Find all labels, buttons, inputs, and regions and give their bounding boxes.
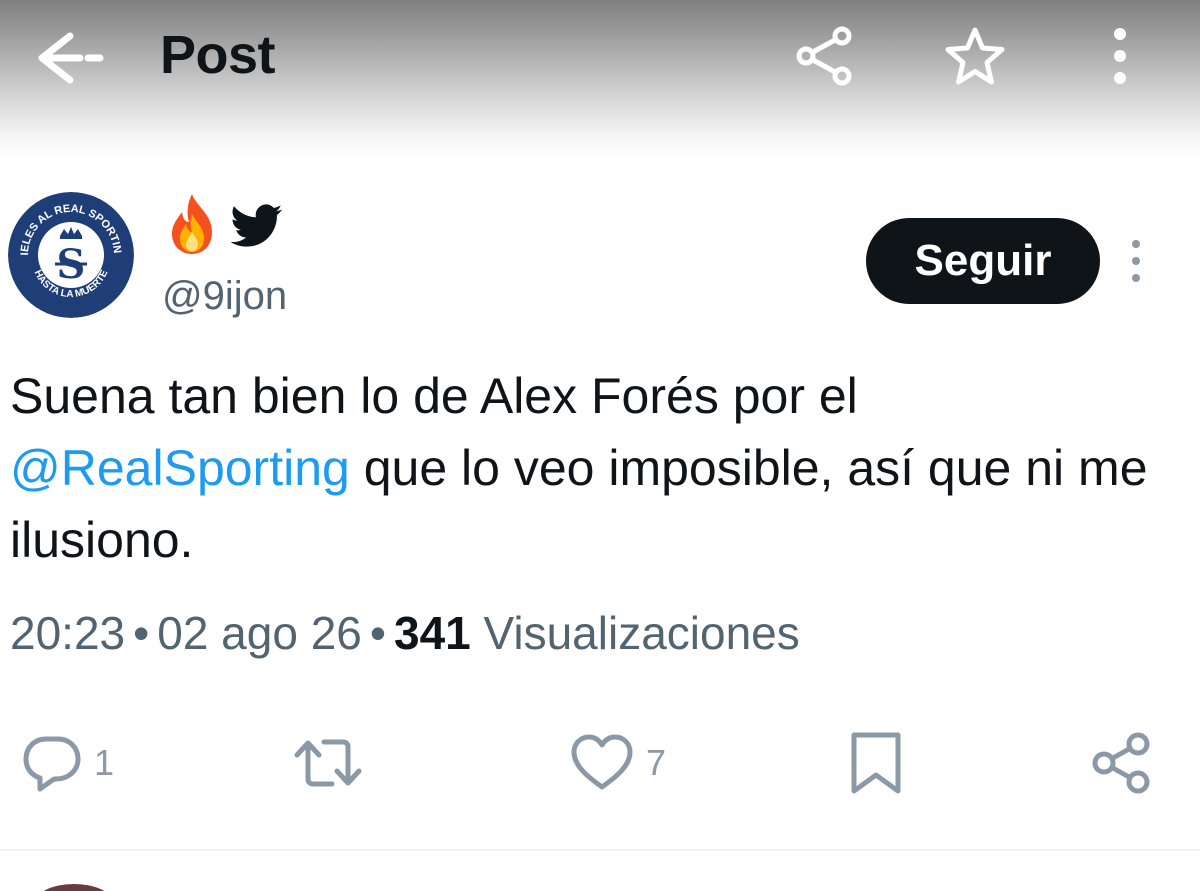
mention-link[interactable]: @RealSporting (10, 440, 350, 496)
reply-count: 1 (94, 742, 115, 783)
reply-icon (23, 736, 81, 792)
more-vertical-icon (1132, 240, 1140, 282)
like-count: 7 (646, 742, 667, 783)
avatar[interactable]: FIELES AL REAL SPORTING HASTA LA MUERTE … (8, 192, 134, 318)
tweet-date[interactable]: 02 ago 26 (157, 607, 362, 659)
meta-separator: • (133, 607, 150, 659)
tweet-text: Suena tan bien lo de Alex Forés por el @… (10, 360, 1180, 576)
tweet-meta: 20:23 • 02 ago 26 • 341 Visualizaciones (10, 606, 800, 660)
star-icon (945, 27, 1005, 85)
tweet-text-part: Suena tan bien lo de Alex Forés por el (10, 368, 858, 424)
views-count: 341 (394, 607, 471, 659)
share-icon (1092, 732, 1150, 794)
follow-button[interactable]: Seguir (866, 218, 1100, 304)
back-button[interactable] (30, 26, 106, 90)
like-button[interactable]: 7 (568, 728, 666, 798)
favorite-button[interactable] (942, 24, 1008, 90)
author-handle[interactable]: @9ijon (162, 274, 287, 319)
top-app-bar: Post (0, 0, 1200, 158)
share-icon (796, 26, 852, 86)
heart-icon (571, 734, 633, 790)
post-detail-screen: Post IELES AL REAL SPORTIN HASTA LA MUER… (0, 0, 1200, 891)
share-post-button[interactable] (1090, 728, 1156, 798)
fire-emoji-icon (162, 192, 222, 256)
page-title: Post (160, 25, 276, 85)
retweet-button[interactable] (290, 728, 376, 798)
post-more-button[interactable] (1118, 236, 1154, 286)
retweet-icon (294, 739, 362, 787)
next-post-avatar[interactable] (34, 884, 114, 891)
bookmark-icon (851, 732, 901, 794)
reply-button[interactable]: 1 (20, 728, 114, 798)
more-options-button[interactable] (1100, 26, 1140, 86)
more-vertical-icon (1114, 28, 1126, 84)
section-divider (0, 849, 1200, 851)
views-label[interactable]: Visualizaciones (484, 607, 800, 659)
meta-separator: • (369, 607, 386, 659)
tweet-time[interactable]: 20:23 (10, 607, 125, 659)
bookmark-button[interactable] (846, 728, 906, 798)
arrow-left-icon (38, 32, 104, 84)
twitter-bird-icon (230, 204, 283, 248)
club-crest-logo: FIELES AL REAL SPORTING HASTA LA MUERTE … (8, 192, 134, 318)
share-button[interactable] (794, 24, 858, 88)
